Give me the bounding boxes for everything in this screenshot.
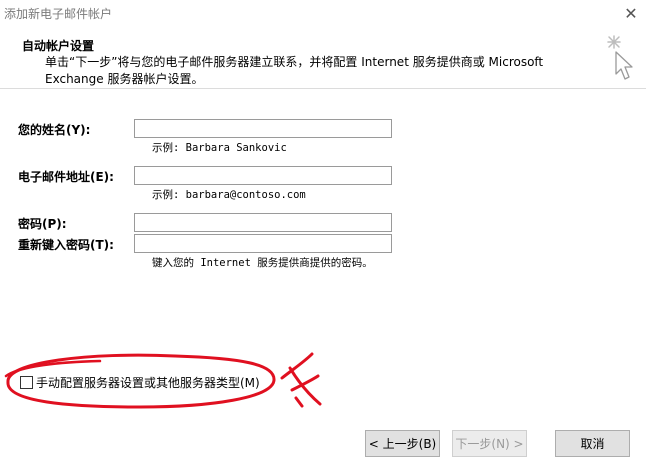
email-hint: 示例: barbara@contoso.com (152, 189, 306, 201)
password-hint: 键入您的 Internet 服务提供商提供的密码。 (152, 257, 373, 269)
cancel-button[interactable]: 取消 (555, 430, 630, 457)
retype-password-label: 重新键入密码(T): (18, 238, 114, 252)
name-label: 您的姓名(Y): (18, 123, 91, 137)
password-input[interactable] (134, 213, 392, 232)
close-icon[interactable]: ✕ (616, 0, 646, 26)
dialog-footer: < 上一步(B) 下一步(N) > 取消 (0, 425, 646, 470)
next-button[interactable]: 下一步(N) > (452, 430, 527, 457)
red-circle-annotation (4, 352, 322, 409)
password-label: 密码(P): (18, 217, 67, 231)
dialog-header: 自动帐户设置 单击“下一步”将与您的电子邮件服务器建立联系，并将配置 Inter… (0, 26, 646, 88)
window-title: 添加新电子邮件帐户 (4, 7, 113, 21)
name-input[interactable] (134, 119, 392, 138)
email-label: 电子邮件地址(E): (18, 170, 114, 184)
back-button[interactable]: < 上一步(B) (365, 430, 440, 457)
header-title: 自动帐户设置 (22, 39, 95, 53)
wizard-cursor-icon (607, 35, 633, 80)
retype-password-input[interactable] (134, 234, 392, 253)
title-bar: 添加新电子邮件帐户 ✕ (0, 0, 646, 26)
name-hint: 示例: Barbara Sankovic (152, 142, 287, 154)
header-description: 单击“下一步”将与您的电子邮件服务器建立联系，并将配置 Internet 服务提… (45, 55, 544, 86)
email-input[interactable] (134, 166, 392, 185)
